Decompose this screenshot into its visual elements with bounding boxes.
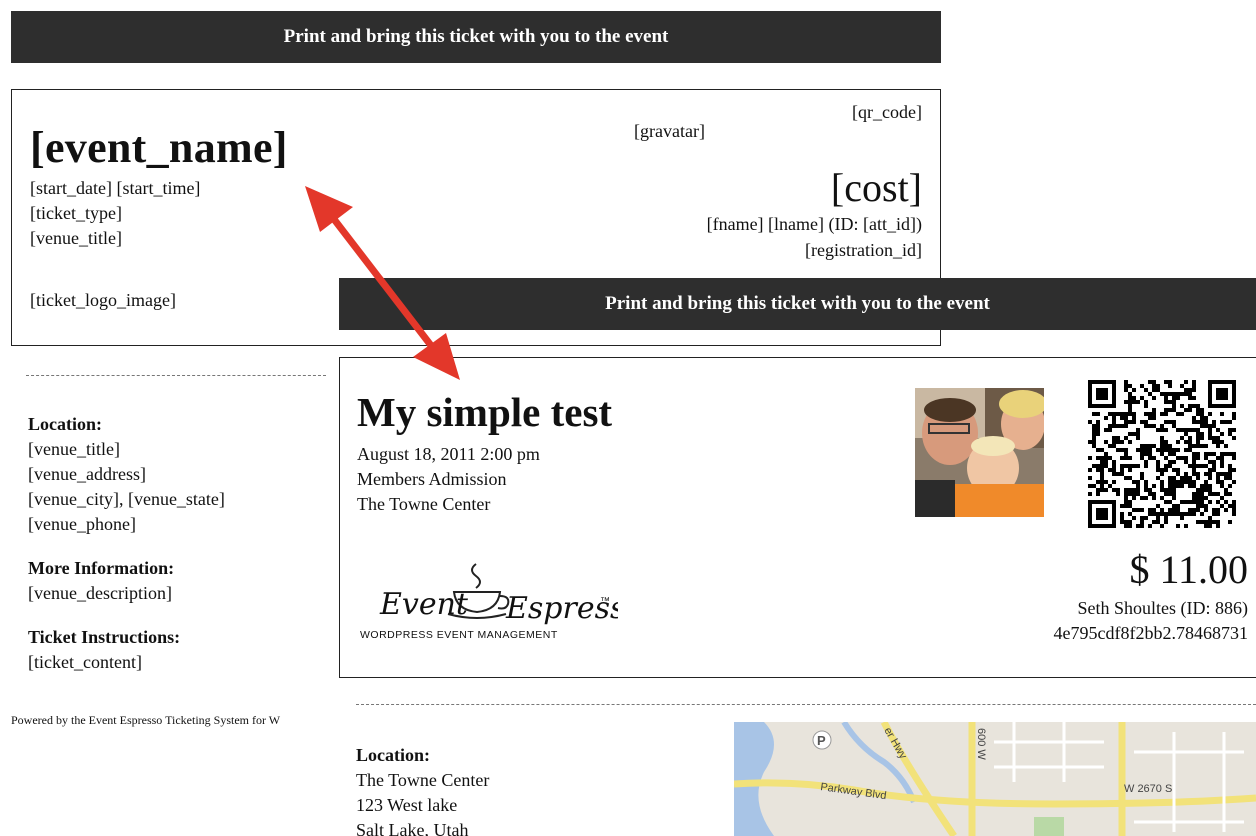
map-road-label: 600 W bbox=[975, 728, 987, 760]
sample-start-date: August 18, 2011 2:00 pm bbox=[357, 444, 540, 464]
sample-banner-text: Print and bring this ticket with you to … bbox=[605, 293, 990, 314]
sample-location-line: 123 West lake bbox=[356, 795, 458, 815]
template-registration-id: [registration_id] bbox=[805, 240, 922, 260]
logo-word-event: Event bbox=[379, 587, 469, 622]
sample-info-section: Location: The Towne Center 123 West lake… bbox=[356, 743, 489, 836]
template-location-section: Location: [venue_title] [venue_address] … bbox=[28, 412, 328, 537]
event-espresso-logo: Event Espresso ™ WORDPRESS EVENT MANAGEM… bbox=[360, 563, 618, 641]
sample-location-line: The Towne Center bbox=[356, 770, 490, 790]
template-location-line: [venue_title] bbox=[28, 439, 120, 459]
map-parking-label: P bbox=[817, 733, 826, 748]
template-qr-placeholder: [qr_code] bbox=[852, 102, 922, 122]
template-attendee-block: [fname] [lname] (ID: [att_id]) [registra… bbox=[707, 211, 922, 263]
sample-ticket-box: My simple test August 18, 2011 2:00 pm M… bbox=[339, 357, 1256, 678]
template-instructions-line: [ticket_content] bbox=[28, 652, 142, 672]
map-road-label: W 2670 S bbox=[1124, 783, 1172, 795]
template-cost: [cost] bbox=[830, 165, 922, 210]
template-location-line: [venue_city], [venue_state] bbox=[28, 489, 225, 509]
template-ticket-type: [ticket_type] bbox=[30, 203, 122, 223]
template-instructions-heading: Ticket Instructions: bbox=[28, 627, 181, 647]
template-attendee-name: [fname] [lname] (ID: [att_id]) bbox=[706, 214, 922, 234]
template-more-heading: More Information: bbox=[28, 558, 175, 578]
logo-trademark: ™ bbox=[600, 596, 610, 607]
sample-registration-id: 4e795cdf8f2bb2.78468731 bbox=[1053, 623, 1248, 643]
template-venue-title: [venue_title] bbox=[30, 228, 122, 248]
sample-print-banner: Print and bring this ticket with you to … bbox=[339, 278, 1256, 330]
template-event-name: [event_name] bbox=[30, 123, 288, 172]
template-location-heading: Location: bbox=[28, 414, 102, 434]
template-more-info-section: More Information: [venue_description] bbox=[28, 556, 328, 606]
gravatar-photo bbox=[915, 388, 1044, 517]
template-more-line: [venue_description] bbox=[28, 583, 172, 603]
sample-event-details: August 18, 2011 2:00 pm Members Admissio… bbox=[357, 442, 540, 517]
qr-code-icon bbox=[1088, 380, 1236, 528]
template-logo-placeholder: [ticket_logo_image] bbox=[30, 290, 176, 310]
sample-location-heading: Location: bbox=[356, 745, 430, 765]
sample-location-line: Salt Lake, Utah bbox=[356, 820, 469, 836]
template-start-date: [start_date] [start_time] bbox=[30, 178, 201, 198]
map-thumbnail[interactable]: P er Hwy 600 W Parkway Blvd W 2670 S bbox=[734, 722, 1256, 836]
template-dashed-divider bbox=[26, 375, 326, 376]
template-event-details: [start_date] [start_time] [ticket_type] … bbox=[30, 176, 200, 251]
template-gravatar-placeholder: [gravatar] bbox=[634, 121, 705, 141]
sample-ticket-type: Members Admission bbox=[357, 469, 507, 489]
template-info-section: Location: [venue_title] [venue_address] … bbox=[28, 412, 328, 694]
template-instructions-section: Ticket Instructions: [ticket_content] bbox=[28, 625, 328, 675]
sample-venue-title: The Towne Center bbox=[357, 494, 491, 514]
template-location-line: [venue_address] bbox=[28, 464, 146, 484]
sample-attendee-name: Seth Shoultes (ID: 886) bbox=[1077, 598, 1249, 618]
sample-dashed-divider bbox=[356, 704, 1256, 705]
sample-event-name: My simple test bbox=[357, 389, 613, 435]
sample-cost: $ 11.00 bbox=[1129, 547, 1248, 592]
template-location-line: [venue_phone] bbox=[28, 514, 136, 534]
template-print-banner: Print and bring this ticket with you to … bbox=[11, 11, 941, 63]
template-banner-text: Print and bring this ticket with you to … bbox=[283, 26, 669, 47]
sample-attendee-block: Seth Shoultes (ID: 886) 4e795cdf8f2bb2.7… bbox=[1054, 596, 1248, 646]
logo-tagline: WORDPRESS EVENT MANAGEMENT bbox=[360, 629, 558, 641]
template-footer: Powered by the Event Espresso Ticketing … bbox=[11, 713, 281, 727]
